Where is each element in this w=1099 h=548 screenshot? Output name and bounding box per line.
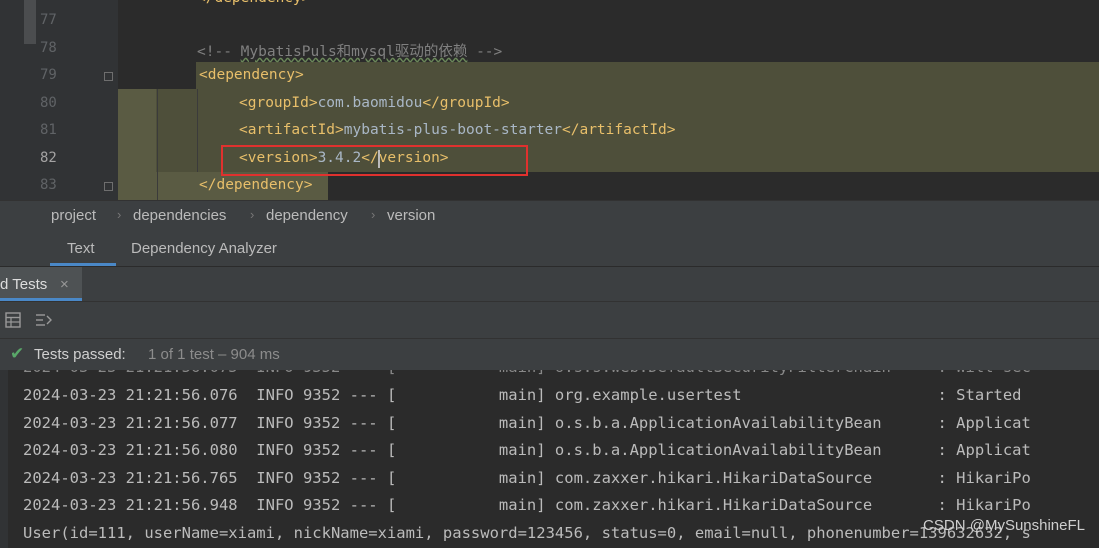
line-number: 78 (40, 40, 57, 56)
watermark: CSDN @MySunshineFL (923, 517, 1085, 534)
breadcrumb: project › dependencies › dependency › ve… (0, 200, 1099, 231)
indent-guide (157, 89, 158, 200)
line-number: 81 (40, 122, 57, 138)
code-line-dependency-close: </dependency> (199, 177, 313, 193)
line-gutter: 77 78 79 80 81 82 83 (0, 0, 118, 200)
console-gutter (0, 370, 8, 548)
code-line-groupid: <groupId>com.baomidou</groupId> (239, 95, 510, 111)
annotation-red-box (221, 145, 528, 176)
code-tag: <artifactId> (239, 122, 344, 138)
line-number-current: 82 (40, 150, 57, 166)
code-line-partial: </dependency> (197, 0, 311, 6)
code-line-comment: <!-- MybatisPuls和mysql驱动的依赖 --> (197, 40, 502, 61)
console-line: 2024-03-23 21:21:56.948 INFO 9352 --- [ … (23, 496, 1031, 514)
line-number: 80 (40, 95, 57, 111)
run-tab[interactable]: d Tests × (0, 267, 82, 301)
test-status-bar: ✔ Tests passed: 1 of 1 test – 904 ms (0, 338, 1099, 370)
comment-close: --> (467, 44, 503, 60)
indent-guide (197, 89, 198, 172)
line-number: 79 (40, 67, 57, 83)
active-tab-indicator (50, 263, 116, 266)
code-tag: <dependency> (199, 67, 304, 83)
code-tag: </dependency> (199, 177, 313, 193)
fold-icon[interactable] (104, 72, 113, 81)
line-number: 77 (40, 12, 57, 28)
line-number: 83 (40, 177, 57, 193)
groupid-value: com.baomidou (317, 95, 423, 111)
comment-open: <!-- (197, 44, 241, 60)
collapse-all-icon[interactable] (35, 312, 53, 328)
tab-text[interactable]: Text (67, 240, 95, 257)
run-tab-title: d Tests (0, 276, 48, 293)
console-line: User(id=111, userName=xiami, nickName=xi… (23, 524, 1031, 542)
code-tag: </groupId> (422, 95, 510, 111)
code-tag: </dependency> (197, 0, 311, 6)
breadcrumb-item-dependency[interactable]: dependency (266, 207, 348, 224)
table-view-icon[interactable] (5, 312, 21, 328)
comment-text: MybatisPuls和mysql驱动的依赖 (240, 44, 468, 60)
console-line: 2024-03-23 21:21:56.076 INFO 9352 --- [ … (23, 386, 1022, 404)
breadcrumb-item-version[interactable]: version (387, 207, 435, 224)
code-editor[interactable]: 77 78 79 80 81 82 83 </dependency> <!-- … (0, 0, 1099, 200)
editor-view-tabs: Text Dependency Analyzer (0, 231, 1099, 267)
gutter-scroll-thumb[interactable] (24, 0, 36, 44)
code-tag: </artifactId> (562, 122, 676, 138)
console-line: 2024-03-23 21:21:56.075 INFO 9352 --- [ … (23, 370, 1031, 376)
console-line: 2024-03-23 21:21:56.080 INFO 9352 --- [ … (23, 441, 1031, 459)
status-label: Tests passed: (34, 346, 126, 363)
console-line: 2024-03-23 21:21:56.765 INFO 9352 --- [ … (23, 469, 1031, 487)
run-toolbar (0, 302, 1099, 338)
highlight-band (196, 62, 1099, 89)
run-tool-window-tabs: d Tests × (0, 267, 1099, 302)
chevron-right-icon: › (250, 207, 255, 222)
status-count: 1 of 1 test – 904 ms (148, 346, 280, 363)
breadcrumb-item-project[interactable]: project (51, 207, 96, 224)
code-tag: <groupId> (239, 95, 318, 111)
close-icon[interactable]: × (60, 276, 69, 293)
chevron-right-icon: › (371, 207, 376, 222)
highlight-band (118, 89, 156, 200)
fold-icon[interactable] (104, 182, 113, 191)
chevron-right-icon: › (117, 207, 122, 222)
check-icon: ✔ (10, 344, 25, 363)
code-line-dependency-open: <dependency> (199, 67, 304, 83)
breadcrumb-item-dependencies[interactable]: dependencies (133, 207, 226, 224)
active-tab-indicator (0, 298, 82, 301)
console-line: 2024-03-23 21:21:56.077 INFO 9352 --- [ … (23, 414, 1031, 432)
code-line-artifactid: <artifactId>mybatis-plus-boot-starter</a… (239, 122, 676, 138)
tab-dependency-analyzer[interactable]: Dependency Analyzer (131, 240, 277, 257)
artifactid-value: mybatis-plus-boot-starter (343, 122, 563, 138)
